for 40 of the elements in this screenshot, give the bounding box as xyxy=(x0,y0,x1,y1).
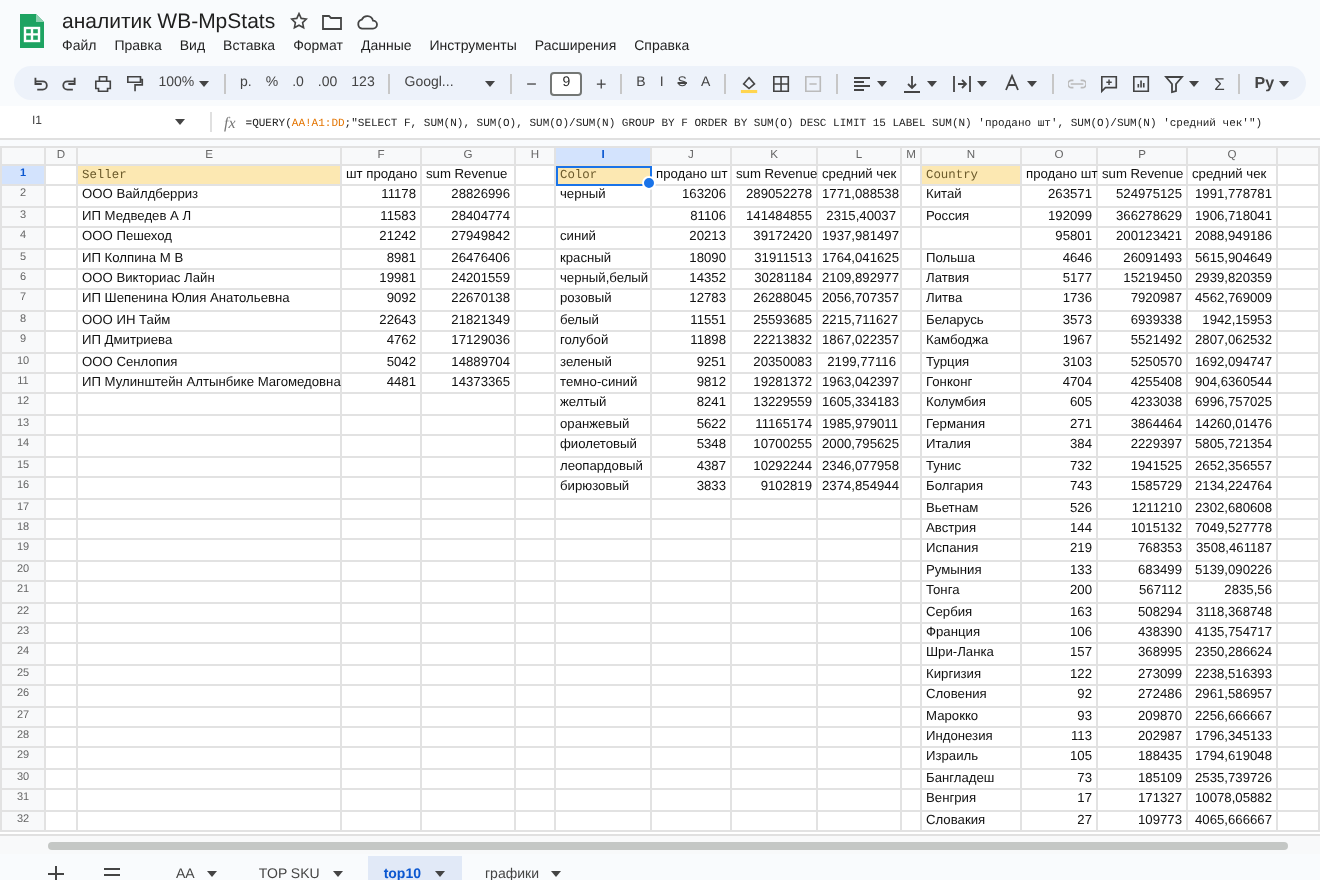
caret-icon[interactable] xyxy=(976,79,989,87)
document-title[interactable]: аналитик WB-MpStats xyxy=(62,9,276,33)
sheet-list-icon[interactable] xyxy=(104,867,120,880)
chart-icon[interactable] xyxy=(1132,73,1151,93)
functions-button[interactable]: Σ xyxy=(1214,73,1225,93)
merge-cells-icon[interactable] xyxy=(804,73,823,93)
folder-icon[interactable] xyxy=(321,13,342,29)
comment-icon[interactable] xyxy=(1100,73,1119,93)
caret-icon[interactable] xyxy=(1026,79,1039,87)
borders-icon[interactable] xyxy=(772,73,791,93)
caret-icon[interactable] xyxy=(198,79,211,87)
undo-icon[interactable] xyxy=(30,73,49,93)
cloud-icon[interactable] xyxy=(355,13,378,29)
caret-icon[interactable] xyxy=(550,870,563,878)
caret-icon[interactable] xyxy=(1278,79,1291,87)
input-tools-button[interactable]: Ру xyxy=(1254,74,1275,92)
caret-icon[interactable] xyxy=(331,870,344,878)
font-size-increase-button[interactable]: + xyxy=(595,73,607,93)
add-sheet-icon[interactable] xyxy=(48,866,64,880)
align-left-icon[interactable] xyxy=(852,73,873,93)
paint-format-icon[interactable] xyxy=(126,73,145,93)
caret-icon[interactable] xyxy=(926,79,939,87)
star-icon[interactable] xyxy=(289,12,308,30)
font-size-decrease-button[interactable]: − xyxy=(526,73,537,93)
sheets-logo-icon[interactable] xyxy=(18,12,46,50)
text-wrap-icon[interactable] xyxy=(952,73,973,93)
redo-icon[interactable] xyxy=(62,73,81,93)
horizontal-scrollbar[interactable] xyxy=(48,841,1288,849)
caret-icon[interactable] xyxy=(876,79,889,87)
caret-icon[interactable] xyxy=(1188,79,1201,87)
filter-icon[interactable] xyxy=(1164,73,1185,93)
caret-icon[interactable] xyxy=(174,118,186,126)
caret-icon[interactable] xyxy=(206,870,219,878)
fill-color-icon[interactable] xyxy=(740,73,759,93)
text-rotation-icon[interactable] xyxy=(1002,73,1023,93)
vertical-align-icon[interactable] xyxy=(902,73,923,93)
function-icon: fx xyxy=(224,113,236,131)
caret-icon[interactable] xyxy=(484,79,497,87)
print-icon[interactable] xyxy=(94,73,113,93)
caret-icon[interactable] xyxy=(433,870,445,878)
